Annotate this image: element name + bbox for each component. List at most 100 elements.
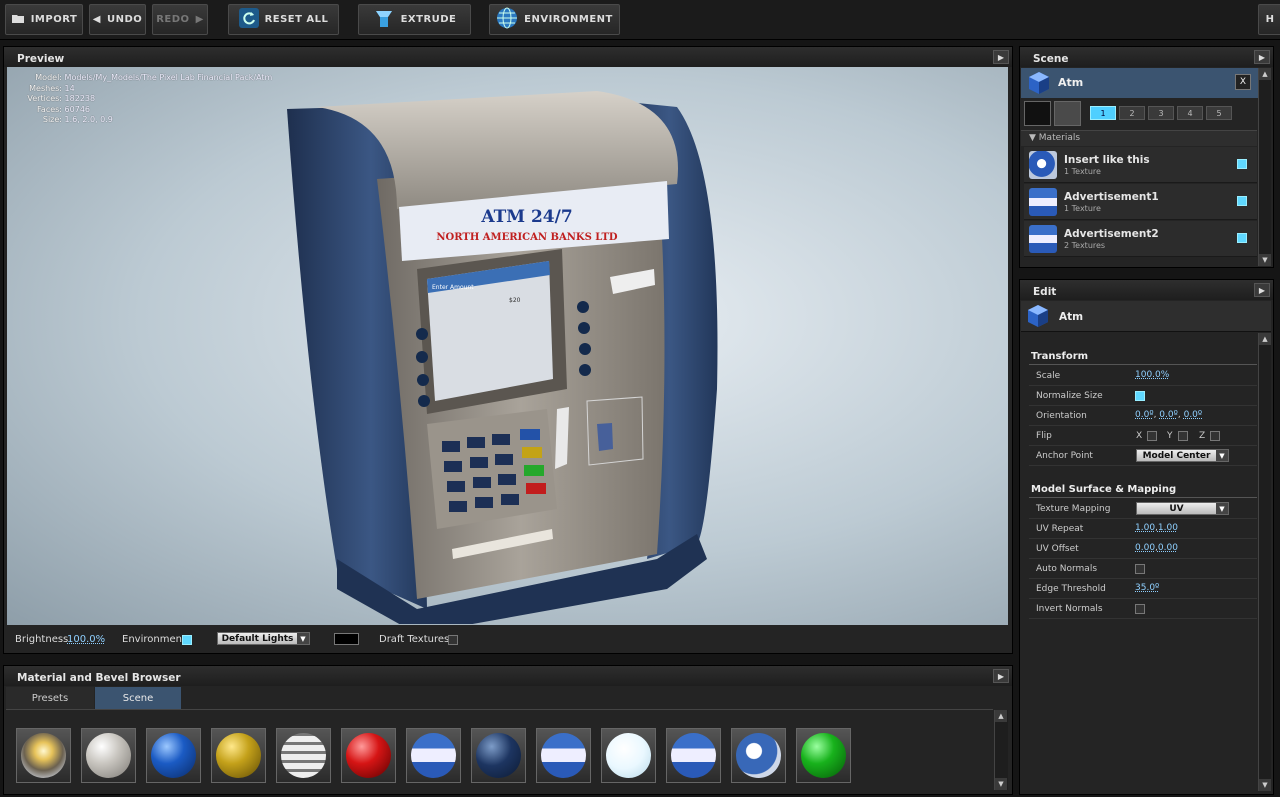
material-swatch[interactable] [536,728,591,783]
material-swatch[interactable] [666,728,721,783]
redo-arrow-icon: ▶ [195,14,204,25]
metal-sphere-icon [86,733,131,778]
edge-threshold-label: Edge Threshold [1036,584,1106,594]
flip-y-checkbox[interactable] [1178,431,1188,441]
material-item[interactable]: Insert like this 1 Texture [1024,147,1257,183]
material-item[interactable]: Advertisement1 1 Texture [1024,184,1257,220]
normalize-checkbox[interactable] [1135,391,1145,401]
background-color-swatch[interactable] [334,633,359,645]
material-swatch[interactable] [16,728,71,783]
main-toolbar: IMPORT ◀ UNDO REDO ▶ RESET ALL EXTRUDE E… [0,0,1280,40]
material-swatch[interactable] [81,728,136,783]
brightness-value[interactable]: 100.0% [67,634,105,645]
auto-normals-checkbox[interactable] [1135,564,1145,574]
slot-3-button[interactable]: 3 [1148,106,1174,120]
anchor-value: Model Center [1142,450,1211,461]
normalize-label: Normalize Size [1036,391,1103,401]
expand-icon[interactable]: ▶ [993,50,1009,64]
mapping-dropdown[interactable]: UV ▼ [1136,502,1229,515]
expand-icon[interactable]: ▶ [1254,50,1270,64]
browser-title: Material and Bevel Browser [4,666,1012,686]
tab-presets[interactable]: Presets [6,687,94,709]
banner-sphere-icon [541,733,586,778]
environment-checkbox[interactable] [182,635,192,645]
draft-textures-checkbox[interactable] [448,635,458,645]
scroll-down-icon[interactable]: ▼ [1259,254,1271,266]
help-button[interactable]: H [1258,4,1280,35]
material-swatch[interactable] [406,728,461,783]
normalize-row: Normalize Size [1029,386,1257,406]
scroll-down-icon[interactable]: ▼ [1259,779,1271,791]
draft-textures-label: Draft Textures [379,634,450,645]
logo-sphere-icon [736,733,781,778]
slot-5-button[interactable]: 5 [1206,106,1232,120]
scene-object-row[interactable]: Atm X [1021,68,1258,98]
orientation-y-value[interactable]: 0.0º [1159,410,1178,420]
3d-viewport[interactable]: Model: Models/My_Models/The Pixel Lab Fi… [7,67,1008,625]
edge-threshold-value[interactable]: 35.0º [1135,583,1159,593]
materials-header[interactable]: ▼ Materials [1021,130,1257,146]
atm-model[interactable]: ATM 24/7 NORTH AMERICAN BANKS LTD Enter … [277,89,727,625]
edit-object-row: Atm [1021,301,1271,332]
orientation-x-value[interactable]: 0.0º [1135,410,1154,420]
tab-scene[interactable]: Scene [95,687,181,709]
flip-x-checkbox[interactable] [1147,431,1157,441]
edit-scrollbar[interactable]: ▲ ▼ [1258,333,1271,791]
scroll-up-icon[interactable]: ▲ [1259,68,1271,80]
material-visible-checkbox[interactable] [1237,196,1247,206]
environment-button[interactable]: ENVIRONMENT [489,4,620,35]
redo-label: REDO [156,14,190,25]
material-swatch[interactable] [601,728,656,783]
lights-dropdown[interactable]: Default Lights ▼ [217,632,310,645]
import-button[interactable]: IMPORT [5,4,83,35]
scroll-up-icon[interactable]: ▲ [1259,333,1271,345]
info-value: 60746 [64,104,90,114]
extrude-button[interactable]: EXTRUDE [358,4,471,35]
scale-value[interactable]: 100.0% [1135,370,1169,380]
scroll-down-icon[interactable]: ▼ [995,778,1007,790]
material-name: Advertisement1 [1064,191,1159,203]
orientation-values: 0.0º, 0.0º, 0.0º [1135,410,1203,420]
browser-scrollbar[interactable]: ▲ ▼ [994,710,1008,790]
uv-offset-v[interactable]: 0.00 [1158,543,1178,553]
slot-2-button[interactable]: 2 [1119,106,1145,120]
slot-4-button[interactable]: 4 [1177,106,1203,120]
scene-scrollbar[interactable]: ▲ ▼ [1258,68,1271,266]
expand-icon[interactable]: ▶ [1254,283,1270,297]
materials-label: Materials [1038,133,1081,143]
material-visible-checkbox[interactable] [1237,159,1247,169]
scroll-up-icon[interactable]: ▲ [995,710,1007,722]
material-mode-icon[interactable] [1054,101,1081,126]
uv-offset-u[interactable]: 0.00 [1135,543,1155,553]
orientation-label: Orientation [1036,411,1087,421]
slot-1-button[interactable]: 1 [1090,106,1116,120]
scale-row: Scale 100.0% [1029,366,1257,386]
redo-button[interactable]: REDO ▶ [152,4,208,35]
material-swatch[interactable] [731,728,786,783]
close-icon[interactable]: X [1235,74,1251,90]
folder-icon [11,13,25,27]
anchor-dropdown[interactable]: Model Center ▼ [1136,449,1229,462]
anchor-row: Anchor Point Model Center ▼ [1029,446,1257,466]
reset-all-label: RESET ALL [264,14,329,25]
expand-icon[interactable]: ▶ [993,669,1009,683]
material-swatch[interactable] [796,728,851,783]
invert-normals-checkbox[interactable] [1135,604,1145,614]
uv-repeat-v[interactable]: 1.00 [1158,523,1178,533]
material-item[interactable]: Advertisement2 2 Textures [1024,221,1257,257]
material-swatch[interactable] [146,728,201,783]
object-mode-icon[interactable] [1024,101,1051,126]
material-swatch[interactable] [471,728,526,783]
material-swatch[interactable] [211,728,266,783]
uv-repeat-u[interactable]: 1.00 [1135,523,1155,533]
mapping-value: UV [1169,503,1184,514]
material-visible-checkbox[interactable] [1237,233,1247,243]
atm-screen-amount: $20 [509,297,521,304]
material-swatch[interactable] [341,728,396,783]
reset-all-button[interactable]: RESET ALL [228,4,339,35]
orientation-z-value[interactable]: 0.0º [1184,410,1203,420]
flip-z-checkbox[interactable] [1210,431,1220,441]
undo-button[interactable]: ◀ UNDO [89,4,146,35]
transform-heading: Transform [1031,351,1089,362]
material-swatch[interactable] [276,728,331,783]
